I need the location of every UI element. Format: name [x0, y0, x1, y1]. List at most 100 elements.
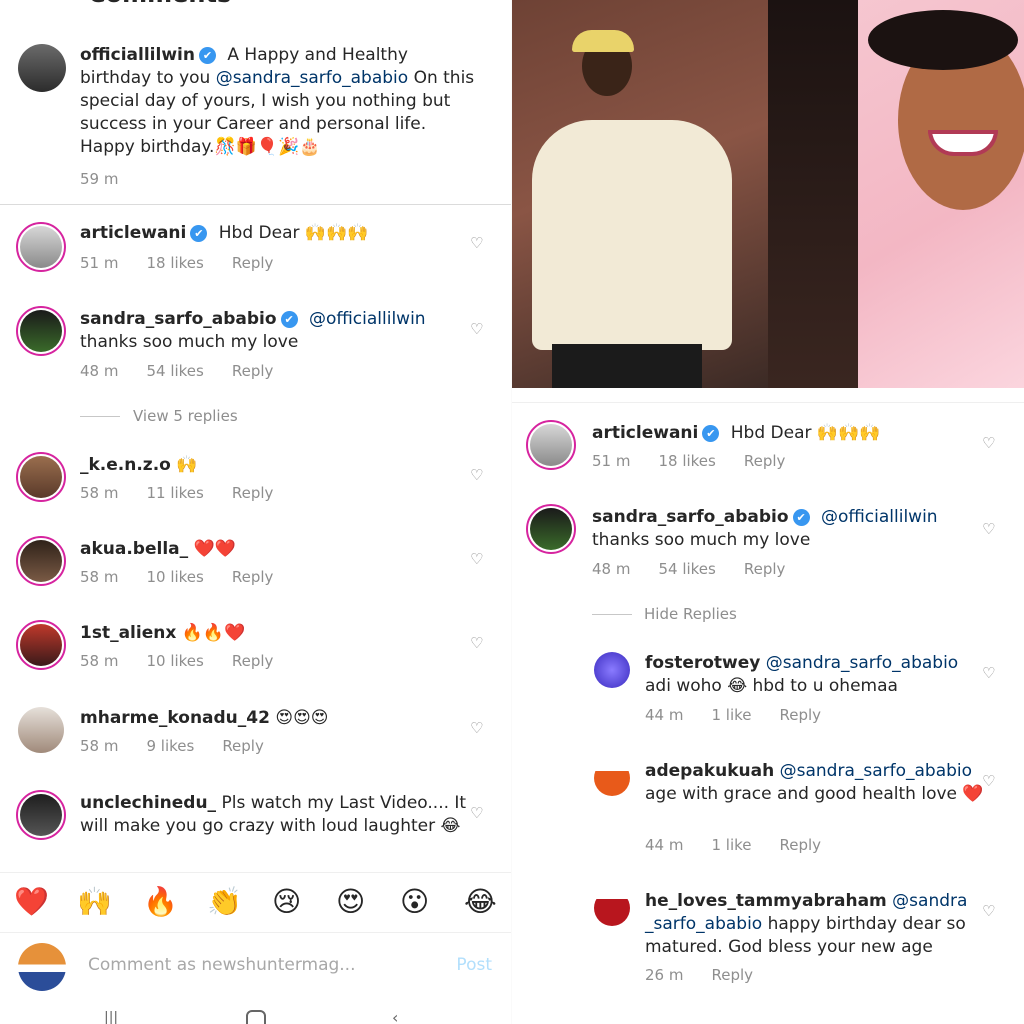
comment-likes[interactable]: 54 likes	[658, 560, 715, 578]
comment-mention[interactable]: @officiallilwin	[309, 309, 426, 329]
header-title: Comments	[88, 0, 231, 8]
reply-button[interactable]: Reply	[232, 484, 274, 502]
reply-mention[interactable]: @sandra_sarfo_ababio	[780, 761, 972, 781]
verified-badge-icon: ✔	[792, 509, 810, 526]
reply-button[interactable]: Reply	[232, 568, 274, 586]
reply-button[interactable]: Reply	[780, 836, 822, 854]
recents-icon[interactable]: |||	[104, 1010, 118, 1024]
avatar	[18, 943, 66, 991]
post-photo[interactable]	[512, 0, 1024, 388]
caption: officiallilwin ✔ A Happy and Healthy birt…	[0, 40, 512, 204]
home-icon[interactable]	[246, 1010, 266, 1024]
emoji-heart-button[interactable]: ❤️	[14, 885, 49, 918]
reply-button[interactable]: Reply	[232, 652, 274, 670]
heart-icon[interactable]: ♡	[470, 234, 483, 252]
heart-icon[interactable]: ♡	[982, 772, 995, 790]
caption-mention[interactable]: @sandra_sarfo_ababio	[216, 68, 408, 88]
replies-line	[80, 416, 120, 417]
reply-mention[interactable]: @sandra_sarfo_ababio	[766, 653, 958, 673]
reply-time: 44 m	[645, 706, 684, 724]
reply-username[interactable]: fosterotwey	[645, 653, 760, 673]
comment-likes[interactable]: 11 likes	[146, 484, 203, 502]
avatar[interactable]	[16, 790, 66, 840]
avatar[interactable]	[16, 306, 66, 356]
avatar[interactable]	[16, 620, 66, 670]
send-icon[interactable]: ➤	[463, 0, 480, 2]
reply-button[interactable]: Reply	[232, 254, 274, 272]
comment-text: unclechinedu_ Pls watch my Last Video...…	[80, 792, 470, 838]
hide-replies-button[interactable]: Hide Replies	[644, 605, 737, 623]
arrow-left-icon[interactable]: ‹	[16, 0, 26, 8]
view-replies-button[interactable]: View 5 replies	[133, 407, 238, 425]
reply-username[interactable]: he_loves_tammyabraham	[645, 891, 887, 911]
heart-icon[interactable]: ♡	[470, 719, 483, 737]
emoji-clap-button[interactable]: 👏	[207, 885, 242, 918]
avatar[interactable]	[594, 890, 630, 926]
reply-button[interactable]: Reply	[744, 452, 786, 470]
back-nav-icon[interactable]: ‹	[392, 1008, 398, 1024]
avatar[interactable]	[594, 760, 630, 796]
reply-text: adepakukuah @sandra_sarfo_ababioage with…	[645, 760, 985, 806]
emoji-surprised-button[interactable]: 😮	[400, 885, 429, 918]
heart-icon[interactable]: ♡	[982, 520, 995, 538]
heart-icon[interactable]: ♡	[470, 804, 483, 822]
android-nav-bar: ||| ‹	[0, 1008, 512, 1024]
photo-right-half	[768, 0, 1024, 388]
reply-likes[interactable]: 1 like	[711, 836, 751, 854]
comment-username[interactable]: articlewani	[80, 223, 186, 243]
comment-username[interactable]: unclechinedu_	[80, 793, 216, 813]
comment-time: 58 m	[80, 484, 119, 502]
post-button[interactable]: Post	[456, 955, 492, 975]
comment-username[interactable]: mharme_konadu_42	[80, 708, 270, 728]
comment-likes[interactable]: 18 likes	[146, 254, 203, 272]
comment-likes[interactable]: 18 likes	[658, 452, 715, 470]
emoji-fire-button[interactable]: 🔥	[143, 885, 178, 918]
comment-username[interactable]: sandra_sarfo_ababio	[592, 507, 789, 527]
reply-button[interactable]: Reply	[232, 362, 274, 380]
avatar[interactable]	[18, 44, 66, 92]
avatar[interactable]	[594, 652, 630, 688]
reply-button[interactable]: Reply	[744, 560, 786, 578]
heart-icon[interactable]: ♡	[470, 550, 483, 568]
comment-likes[interactable]: 10 likes	[146, 568, 203, 586]
reply-button[interactable]: Reply	[780, 706, 822, 724]
comment-input[interactable]: Comment as newshuntermag...	[88, 955, 355, 975]
emoji-heart-eyes-button[interactable]: 😍	[336, 885, 365, 918]
caption-username[interactable]: officiallilwin	[80, 45, 195, 65]
divider	[0, 204, 512, 205]
comment-likes[interactable]: 54 likes	[146, 362, 203, 380]
comment-body: thanks soo much my love	[592, 530, 811, 550]
comment-username[interactable]: articlewani	[592, 423, 698, 443]
emoji-crying-button[interactable]: 😢	[272, 885, 301, 918]
comment-username[interactable]: 1st_alienx	[80, 623, 176, 643]
avatar[interactable]	[526, 420, 576, 470]
comment-mention[interactable]: @officiallilwin	[821, 507, 938, 527]
emoji-laughing-button[interactable]: 😂	[464, 885, 497, 918]
emoji-raised-hands-button[interactable]: 🙌	[77, 885, 112, 918]
avatar[interactable]	[16, 452, 66, 502]
avatar[interactable]	[18, 707, 64, 753]
reply-button[interactable]: Reply	[222, 737, 264, 755]
reply-button[interactable]: Reply	[711, 966, 753, 984]
reply-username[interactable]: adepakukuah	[645, 761, 774, 781]
heart-icon[interactable]: ♡	[470, 320, 483, 338]
comment-likes[interactable]: 9 likes	[146, 737, 194, 755]
comments-header: ‹ Comments ➤	[0, 0, 512, 8]
heart-icon[interactable]: ♡	[982, 902, 995, 920]
comment-username[interactable]: akua.bella_	[80, 539, 188, 559]
avatar[interactable]	[16, 222, 66, 272]
heart-icon[interactable]: ♡	[470, 466, 483, 484]
comment-text: mharme_konadu_42 😍😍😍	[80, 707, 460, 730]
avatar[interactable]	[526, 504, 576, 554]
heart-icon[interactable]: ♡	[470, 634, 483, 652]
reply-likes[interactable]: 1 like	[711, 706, 751, 724]
comment-text: articlewani ✔ Hbd Dear 🙌🙌🙌	[80, 222, 460, 245]
heart-icon[interactable]: ♡	[982, 434, 995, 452]
heart-icon[interactable]: ♡	[982, 664, 995, 682]
avatar[interactable]	[16, 536, 66, 586]
reply-body: age with grace and good health love ❤️	[645, 784, 984, 804]
comment-likes[interactable]: 10 likes	[146, 652, 203, 670]
comment-username[interactable]: sandra_sarfo_ababio	[80, 309, 277, 329]
comment-username[interactable]: _k.e.n.z.o	[80, 455, 171, 475]
comment-meta: 51 m 18 likes Reply	[80, 254, 301, 272]
